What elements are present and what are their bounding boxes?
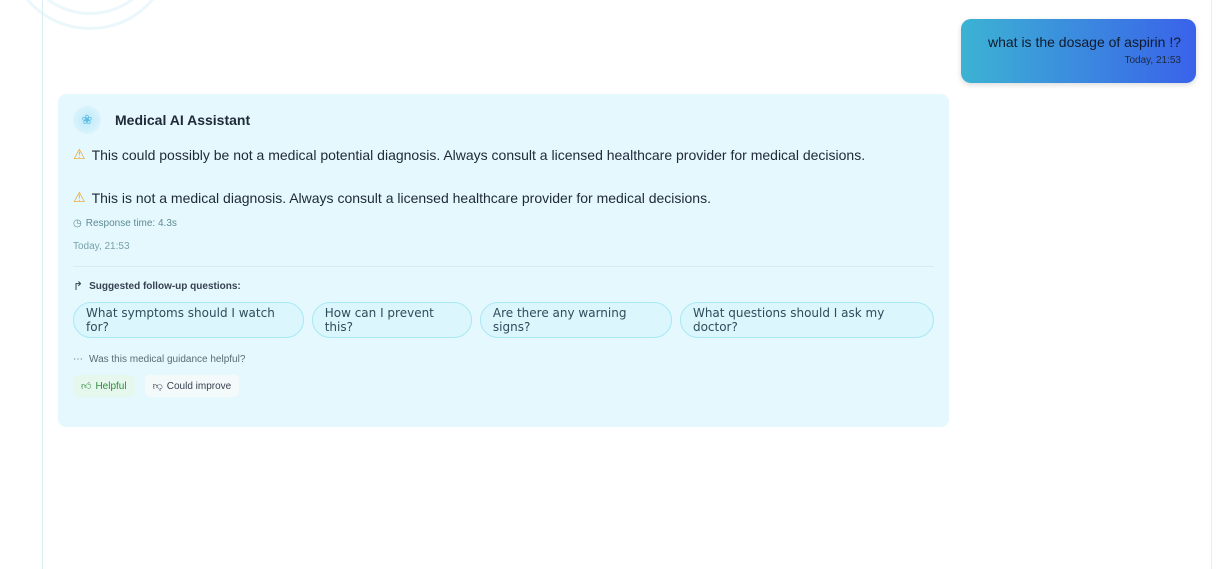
divider: [73, 266, 934, 267]
response-time: Response time: 4.3s: [85, 218, 177, 229]
warning-text: This could possibly be not a medical pot…: [91, 146, 866, 163]
warning-icon: ⚠: [73, 189, 86, 205]
suggestion-chip[interactable]: Are there any warning signs?: [479, 302, 672, 338]
thumbs-up-icon: 👍︎: [81, 381, 92, 392]
feedback-question: Was this medical guidance helpful?: [89, 354, 246, 365]
could-improve-label: Could improve: [166, 380, 232, 392]
suggestion-chip[interactable]: What symptoms should I watch for?: [73, 302, 304, 338]
brain-icon: ❀: [73, 106, 101, 134]
suggested-label: Suggested follow-up questions:: [89, 280, 241, 292]
assistant-name: Medical AI Assistant: [115, 112, 251, 128]
divider: [42, 0, 43, 569]
warning-line: ⚠ This is not a medical diagnosis. Always…: [73, 189, 934, 206]
warning-text: This is not a medical diagnosis. Always …: [91, 189, 711, 206]
assistant-message-card: ❀ Medical AI Assistant ⚠ This could possi…: [58, 94, 949, 427]
assistant-timestamp: Today, 21:53: [73, 241, 130, 252]
suggestion-chip[interactable]: What questions should I ask my doctor?: [679, 302, 934, 338]
divider: [1211, 0, 1212, 569]
share-arrow-icon: ↱: [73, 279, 84, 293]
warning-line: ⚠ This could possibly be not a medical po…: [73, 146, 934, 163]
dots-icon: ⋯: [73, 354, 83, 365]
helpful-label: Helpful: [95, 380, 127, 392]
clock-icon: ◷: [73, 218, 82, 229]
user-message-timestamp: Today, 21:53: [1124, 55, 1181, 66]
user-message-bubble: what is the dosage of aspirin !? Today, …: [961, 19, 1196, 83]
user-message-text: what is the dosage of aspirin !?: [987, 34, 1181, 50]
warning-icon: ⚠: [73, 146, 86, 162]
suggestion-chip[interactable]: How can I prevent this?: [311, 302, 472, 338]
thumbs-down-icon: 👎︎: [152, 381, 163, 392]
could-improve-button[interactable]: 👎︎ Could improve: [144, 375, 240, 397]
helpful-button[interactable]: 👍︎ Helpful: [73, 375, 135, 397]
